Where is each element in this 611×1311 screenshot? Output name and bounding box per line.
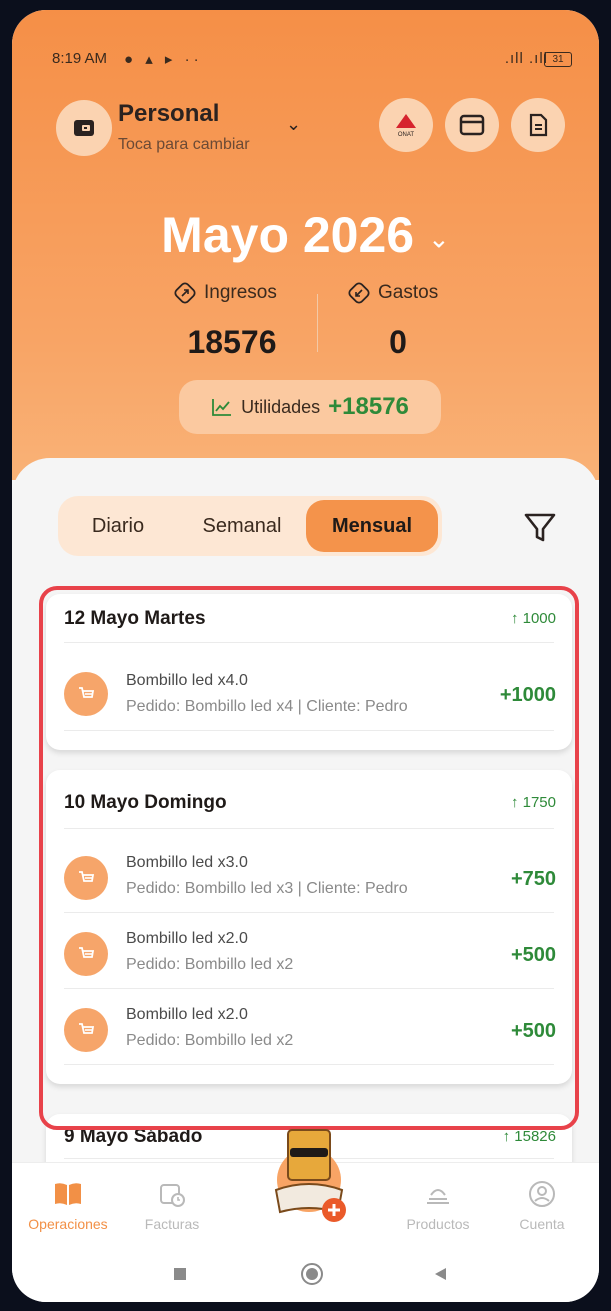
segment-daily[interactable]: Diario: [68, 496, 168, 556]
onat-icon: ONAT: [396, 114, 416, 138]
signal-icon: .ıll .ıll: [504, 50, 548, 67]
chart-line-icon: [212, 399, 232, 416]
onat-button[interactable]: ONAT: [379, 98, 433, 152]
mascot-add-button[interactable]: [266, 1120, 352, 1230]
period-title: Mayo 2026: [161, 207, 415, 263]
income-arrow-icon: [174, 282, 196, 304]
nav-operations[interactable]: Operaciones: [18, 1179, 118, 1232]
highlight-box: [39, 586, 579, 1130]
onat-label: ONAT: [398, 132, 415, 138]
expense-value: 0: [389, 324, 407, 360]
income-label: Ingresos: [204, 282, 277, 303]
profit-value: +18576: [328, 393, 409, 420]
products-icon: [427, 1189, 449, 1204]
nav-account[interactable]: Cuenta: [492, 1179, 592, 1232]
filter-icon[interactable]: [522, 510, 558, 546]
phone-screen: 8:19 AM ● ▴ ▸ ·· .ıll .ıll 31 Personal T…: [12, 10, 599, 1302]
sunglasses-icon: [290, 1148, 328, 1157]
nav-label: Productos: [406, 1216, 470, 1232]
wallet-icon[interactable]: [56, 100, 112, 156]
segment-monthly[interactable]: Mensual: [306, 500, 438, 552]
system-navigation-bar: [12, 1248, 599, 1302]
income-label-group: Ingresos: [172, 280, 277, 306]
day-total: ↑ 15826: [502, 1128, 556, 1145]
book-icon: [55, 1183, 81, 1205]
recent-apps-icon[interactable]: [172, 1266, 188, 1282]
user-icon: [529, 1181, 555, 1207]
document-button[interactable]: [511, 98, 565, 152]
expense-arrow-icon: [348, 282, 370, 304]
document-icon: [529, 113, 548, 137]
calendar-clock-icon: [160, 1184, 185, 1207]
status-bar: 8:19 AM ● ▴ ▸ ·· .ıll .ıll 31: [52, 50, 572, 74]
income-value: 18576: [187, 324, 277, 360]
nav-invoices[interactable]: Facturas: [122, 1179, 222, 1232]
chevron-down-icon: ⌄: [428, 223, 450, 254]
profit-badge[interactable]: Utilidades +18576: [179, 380, 441, 434]
account-name[interactable]: Personal: [118, 100, 219, 128]
card-icon: [459, 114, 485, 136]
notification-icons: ● ▴ ▸ ··: [124, 51, 203, 68]
nav-label: Facturas: [144, 1216, 200, 1232]
divider: [317, 294, 318, 352]
nav-label: Operaciones: [28, 1216, 108, 1232]
card-button[interactable]: [445, 98, 499, 152]
nav-products[interactable]: Productos: [388, 1179, 488, 1232]
expense-label-group: Gastos: [346, 280, 438, 306]
period-selector[interactable]: Mayo 2026 ⌄: [12, 206, 599, 264]
period-segmented-control: Diario Semanal Mensual: [58, 496, 442, 556]
segment-weekly[interactable]: Semanal: [182, 496, 302, 556]
account-subtitle: Toca para cambiar: [118, 136, 250, 153]
expense-label: Gastos: [378, 282, 439, 303]
header: 8:19 AM ● ▴ ▸ ·· .ıll .ıll 31 Personal T…: [12, 10, 599, 480]
back-icon[interactable]: [432, 1266, 448, 1282]
battery-icon: 31: [544, 52, 572, 67]
nav-label: Cuenta: [519, 1216, 565, 1232]
status-time: 8:19 AM: [52, 50, 108, 67]
profit-label: Utilidades: [241, 396, 321, 417]
home-icon[interactable]: [300, 1262, 324, 1286]
chevron-down-icon[interactable]: ⌄: [286, 114, 301, 135]
